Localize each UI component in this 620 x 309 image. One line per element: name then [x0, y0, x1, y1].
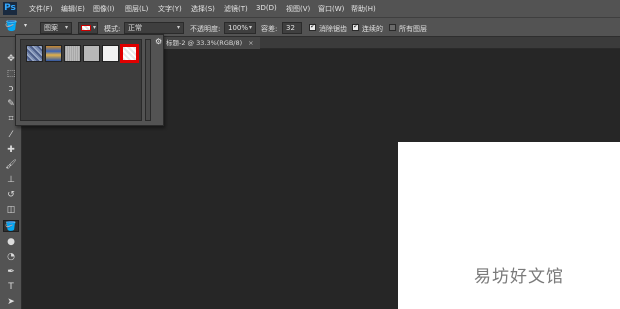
contiguous-checkbox[interactable]: [352, 22, 359, 31]
pattern-scrollbar[interactable]: [145, 39, 151, 121]
menu-layer[interactable]: 图层(L): [125, 4, 148, 14]
all-layers-checkbox[interactable]: [389, 24, 396, 31]
contiguous-label: 连续的: [362, 25, 383, 33]
pattern-picker-popup: ⚙: [15, 34, 164, 126]
eyedropper-tool-icon[interactable]: ⁄: [3, 129, 19, 141]
fill-source-value: 图案: [44, 24, 58, 32]
mode-select[interactable]: 正常 ▾: [124, 22, 184, 34]
watermark: 易坊好文馆: [474, 267, 564, 287]
dodge-tool-icon[interactable]: ◔: [3, 251, 19, 263]
chevron-down-icon: ▾: [92, 24, 96, 31]
antialias-label: 消除锯齿: [319, 25, 347, 33]
blur-tool-icon[interactable]: ●: [3, 236, 19, 248]
opacity-input[interactable]: 100% ▾: [224, 22, 256, 34]
antialias-checkbox[interactable]: [309, 22, 316, 31]
mode-value: 正常: [128, 24, 142, 32]
menu-image[interactable]: 图像(I): [93, 4, 115, 14]
tolerance-value: 32: [286, 24, 295, 32]
pattern-grid: [20, 39, 142, 121]
pattern-swatch-gray-granite[interactable]: [64, 45, 81, 62]
menu-select[interactable]: 选择(S): [191, 4, 215, 14]
opacity-value: 100%: [228, 24, 249, 32]
menu-3d[interactable]: 3D(D): [256, 4, 277, 12]
pattern-picker-button[interactable]: ▾: [78, 22, 98, 34]
pattern-swatch-bubbles[interactable]: [26, 45, 43, 62]
menu-filter[interactable]: 滤镜(T): [224, 4, 248, 14]
chevron-down-icon: ▾: [176, 24, 180, 31]
pattern-swatch-transparent-selected[interactable]: [120, 44, 139, 63]
history-brush-tool-icon[interactable]: ↺: [3, 189, 19, 201]
fill-source-select[interactable]: 图案 ▾: [40, 22, 72, 34]
menu-type[interactable]: 文字(Y): [158, 4, 182, 14]
type-tool-icon[interactable]: T: [3, 281, 19, 293]
chevron-down-icon: ▾: [64, 24, 68, 31]
menu-view[interactable]: 视图(V): [286, 4, 310, 14]
pattern-swatch-white[interactable]: [102, 45, 119, 62]
mode-label: 模式:: [104, 25, 121, 33]
clone-stamp-tool-icon[interactable]: ⊥: [3, 174, 19, 186]
pattern-swatch-tie-dye[interactable]: [45, 45, 62, 62]
gear-icon[interactable]: ⚙: [155, 38, 163, 46]
path-select-tool-icon[interactable]: ➤: [3, 296, 19, 308]
menu-edit[interactable]: 编辑(E): [61, 4, 85, 14]
tolerance-input[interactable]: 32: [282, 22, 302, 34]
chevron-down-icon: ▾: [248, 24, 252, 31]
menu-window[interactable]: 窗口(W): [318, 4, 344, 14]
pattern-swatch-gray[interactable]: [83, 45, 100, 62]
opacity-label: 不透明度:: [190, 25, 221, 33]
pattern-thumb-icon: [81, 25, 91, 31]
all-layers-label: 所有图层: [399, 25, 427, 33]
eraser-tool-icon[interactable]: ◫: [3, 204, 19, 216]
ps-logo: Ps: [3, 2, 17, 15]
tolerance-label: 容差:: [261, 25, 278, 33]
menu-bar: Ps 文件(F) 编辑(E) 图像(I) 图层(L) 文字(Y) 选择(S) 滤…: [0, 0, 620, 17]
pattern-scrollbar-thumb[interactable]: [146, 40, 150, 120]
paint-bucket-icon[interactable]: 🪣: [5, 21, 17, 32]
brush-tool-icon[interactable]: 🖌: [3, 159, 19, 171]
menu-file[interactable]: 文件(F): [29, 4, 53, 14]
menu-help[interactable]: 帮助(H): [351, 4, 376, 14]
close-icon[interactable]: ×: [248, 39, 253, 47]
healing-brush-tool-icon[interactable]: ✚: [3, 144, 19, 156]
document-tab[interactable]: 标题-2 @ 33.3%(RGB/8) ×: [163, 37, 260, 49]
paint-bucket-tool-icon[interactable]: 🪣: [3, 220, 19, 232]
tool-preset-caret-icon[interactable]: ▾: [24, 22, 27, 29]
document-tab-title: 标题-2 @ 33.3%(RGB/8): [166, 39, 243, 47]
pen-tool-icon[interactable]: ✒: [3, 266, 19, 278]
